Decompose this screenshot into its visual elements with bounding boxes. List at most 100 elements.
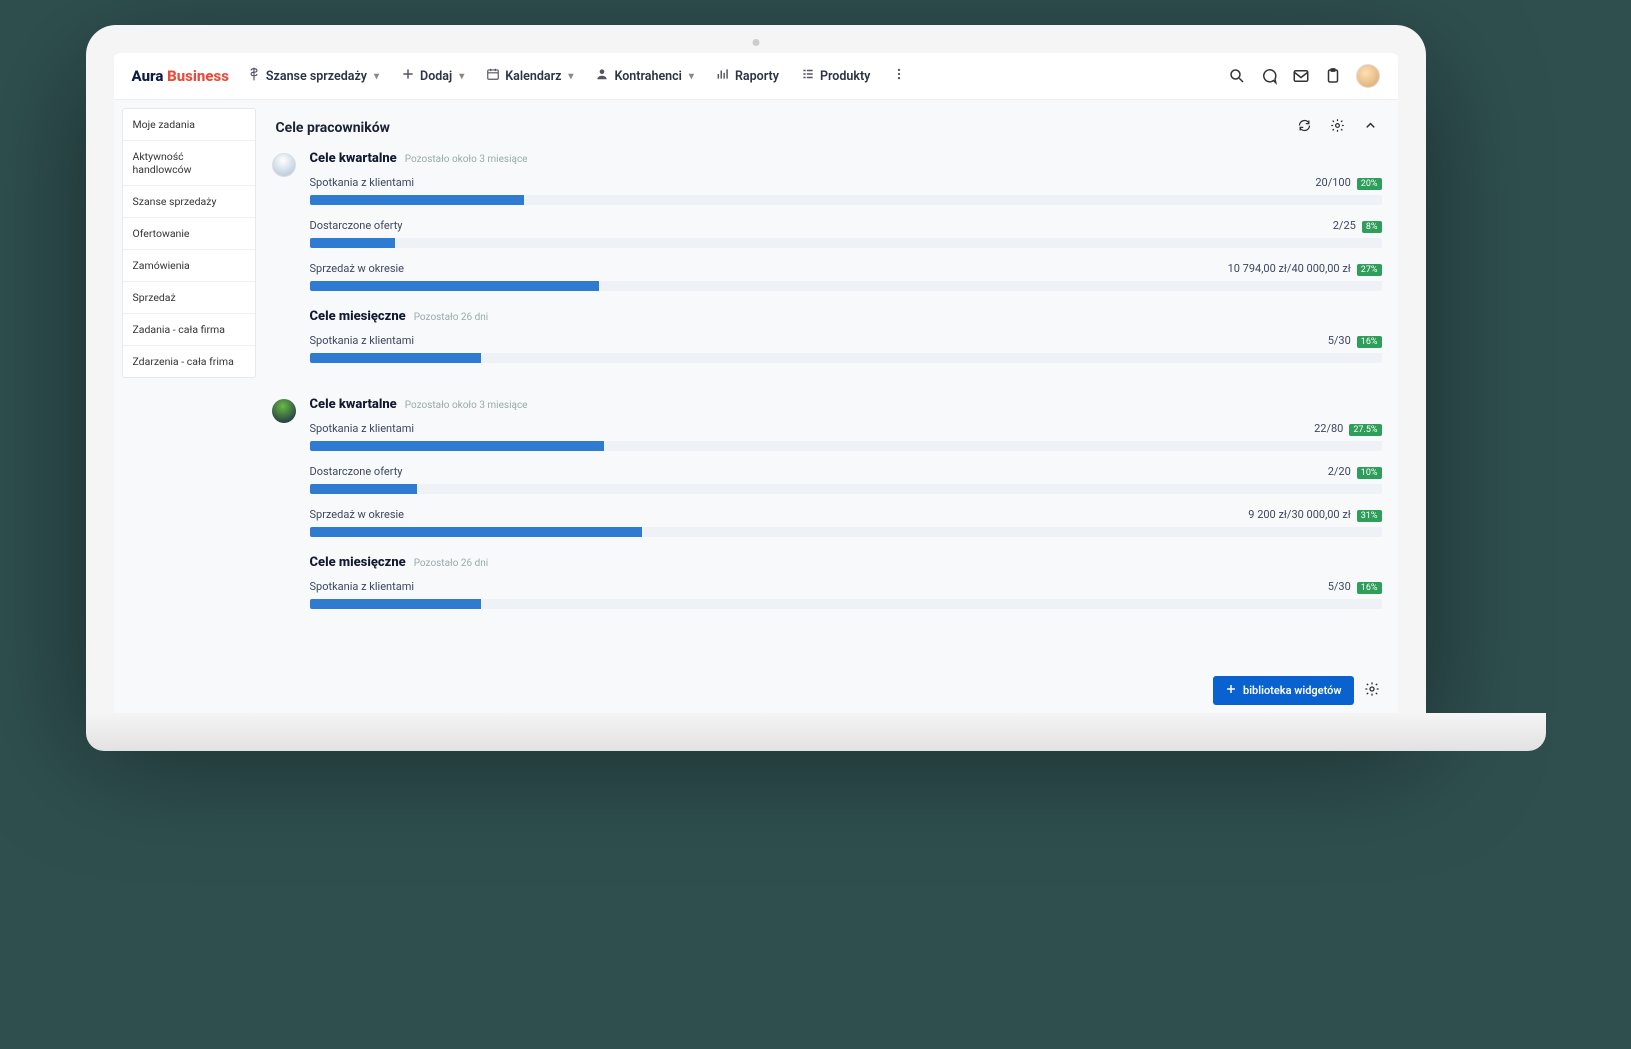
goal-group-remaining: Pozostało około 3 miesiące bbox=[405, 400, 528, 411]
nav-label: Kalendarz bbox=[505, 69, 561, 84]
mail-button[interactable] bbox=[1292, 67, 1310, 85]
chevron-down-icon: ▾ bbox=[459, 71, 464, 82]
logo-part1: Aura bbox=[132, 67, 164, 85]
more-vertical-icon bbox=[892, 67, 906, 85]
goal-pct-badge: 20% bbox=[1357, 178, 1382, 190]
goal-pct-badge: 16% bbox=[1357, 336, 1382, 348]
search-icon bbox=[1228, 74, 1246, 89]
progress-bar-fill bbox=[310, 353, 482, 363]
goal-group-title: Cele miesięczne bbox=[310, 309, 406, 324]
collapse-button[interactable] bbox=[1363, 118, 1378, 137]
user-avatar[interactable] bbox=[1356, 64, 1380, 88]
sidebar-item-ofertowanie[interactable]: Ofertowanie bbox=[123, 218, 255, 250]
progress-bar bbox=[310, 281, 1382, 291]
progress-bar-fill bbox=[310, 441, 605, 451]
nav-label: Szanse sprzedaży bbox=[266, 69, 367, 84]
goal-pct-badge: 27% bbox=[1357, 264, 1382, 276]
chevron-up-icon bbox=[1363, 118, 1378, 133]
progress-bar bbox=[310, 527, 1382, 537]
goal-group-title: Cele kwartalne bbox=[310, 397, 397, 412]
progress-bar-fill bbox=[310, 195, 524, 205]
chat-button[interactable] bbox=[1260, 67, 1278, 85]
dashboard-settings-button[interactable] bbox=[1364, 681, 1380, 701]
goal-row: Spotkania z klientami 20/100 20% bbox=[310, 176, 1382, 205]
app-logo: Aura Business bbox=[132, 67, 229, 85]
nav-dodaj[interactable]: Dodaj ▾ bbox=[397, 63, 468, 89]
goal-row: Spotkania z klientami 5/30 16% bbox=[310, 580, 1382, 609]
widget-library-button[interactable]: biblioteka widgetów bbox=[1213, 676, 1354, 705]
goal-group-remaining: Pozostało około 3 miesiące bbox=[405, 154, 528, 165]
goal-value: 2/25 bbox=[1333, 219, 1356, 232]
goal-value: 20/100 bbox=[1315, 176, 1350, 189]
progress-bar bbox=[310, 441, 1382, 451]
clipboard-button[interactable] bbox=[1324, 67, 1342, 85]
nav-label: Produkty bbox=[820, 69, 870, 84]
goal-row: Sprzedaż w okresie 9 200 zł/30 000,00 zł… bbox=[310, 508, 1382, 537]
goal-value: 9 200 zł/30 000,00 zł bbox=[1248, 508, 1351, 521]
chevron-down-icon: ▾ bbox=[689, 71, 694, 82]
goal-name: Spotkania z klientami bbox=[310, 176, 415, 189]
sidebar-item-sprzedaz[interactable]: Sprzedaż bbox=[123, 282, 255, 314]
nav-label: Raporty bbox=[735, 69, 779, 84]
chevron-down-icon: ▾ bbox=[374, 71, 379, 82]
nav-kontrahenci[interactable]: Kontrahenci ▾ bbox=[591, 63, 698, 89]
nav-label: Kontrahenci bbox=[614, 69, 681, 84]
progress-bar bbox=[310, 195, 1382, 205]
goal-pct-badge: 31% bbox=[1357, 510, 1382, 522]
person-icon bbox=[595, 67, 609, 85]
sidebar-item-zdarzenia-firma[interactable]: Zdarzenia - cała frima bbox=[123, 346, 255, 377]
nav-more[interactable] bbox=[888, 63, 910, 89]
goal-value: 22/80 bbox=[1314, 422, 1343, 435]
refresh-button[interactable] bbox=[1297, 118, 1312, 137]
goal-value: 5/30 bbox=[1328, 580, 1351, 593]
goal-value: 2/20 bbox=[1328, 465, 1351, 478]
sidebar-item-moje-zadania[interactable]: Moje zadania bbox=[123, 109, 255, 141]
plus-icon bbox=[401, 67, 415, 85]
dollar-icon bbox=[247, 67, 261, 85]
goal-pct-badge: 10% bbox=[1357, 467, 1382, 479]
settings-button[interactable] bbox=[1330, 118, 1345, 137]
goal-group-remaining: Pozostało 26 dni bbox=[414, 312, 489, 323]
gear-icon bbox=[1364, 681, 1380, 697]
search-button[interactable] bbox=[1228, 67, 1246, 85]
nav-kalendarz[interactable]: Kalendarz ▾ bbox=[482, 63, 577, 89]
goal-row: Dostarczone oferty 2/25 8% bbox=[310, 219, 1382, 248]
goal-name: Dostarczone oferty bbox=[310, 465, 403, 478]
gear-icon bbox=[1330, 118, 1345, 133]
goal-group-title: Cele kwartalne bbox=[310, 151, 397, 166]
nav-szanse[interactable]: Szanse sprzedaży ▾ bbox=[243, 63, 383, 89]
progress-bar-fill bbox=[310, 238, 396, 248]
chevron-down-icon: ▾ bbox=[568, 71, 573, 82]
nav-label: Dodaj bbox=[420, 69, 452, 84]
sidebar: Moje zadania Aktywność handlowców Szanse… bbox=[114, 100, 264, 713]
goal-pct-badge: 16% bbox=[1357, 582, 1382, 594]
goal-value: 10 794,00 zł/40 000,00 zł bbox=[1228, 262, 1351, 275]
employee-avatar bbox=[272, 399, 296, 423]
goal-pct-badge: 27.5% bbox=[1349, 424, 1381, 436]
progress-bar-fill bbox=[310, 527, 642, 537]
goal-row: Spotkania z klientami 5/30 16% bbox=[310, 334, 1382, 363]
goal-row: Dostarczone oferty 2/20 10% bbox=[310, 465, 1382, 494]
goal-name: Sprzedaż w okresie bbox=[310, 508, 405, 521]
refresh-icon bbox=[1297, 118, 1312, 133]
progress-bar-fill bbox=[310, 281, 599, 291]
goal-name: Sprzedaż w okresie bbox=[310, 262, 405, 275]
mail-icon bbox=[1292, 74, 1310, 89]
nav-produkty[interactable]: Produkty bbox=[797, 63, 874, 89]
top-nav: Aura Business Szanse sprzedaży ▾ Dodaj ▾ bbox=[114, 53, 1398, 100]
chat-icon bbox=[1260, 74, 1278, 89]
progress-bar-fill bbox=[310, 484, 417, 494]
progress-bar bbox=[310, 599, 1382, 609]
sidebar-item-szanse[interactable]: Szanse sprzedaży bbox=[123, 186, 255, 218]
progress-bar bbox=[310, 238, 1382, 248]
sidebar-item-zadania-firma[interactable]: Zadania - cała firma bbox=[123, 314, 255, 346]
employee-avatar bbox=[272, 153, 296, 177]
nav-raporty[interactable]: Raporty bbox=[712, 63, 783, 89]
panel-title: Cele pracowników bbox=[276, 120, 390, 136]
widget-library-label: biblioteka widgetów bbox=[1243, 684, 1342, 697]
sidebar-item-aktywnosc[interactable]: Aktywność handlowców bbox=[123, 141, 255, 186]
progress-bar bbox=[310, 484, 1382, 494]
sidebar-item-zamowienia[interactable]: Zamówienia bbox=[123, 250, 255, 282]
goal-name: Dostarczone oferty bbox=[310, 219, 403, 232]
logo-part2: Business bbox=[167, 67, 229, 85]
